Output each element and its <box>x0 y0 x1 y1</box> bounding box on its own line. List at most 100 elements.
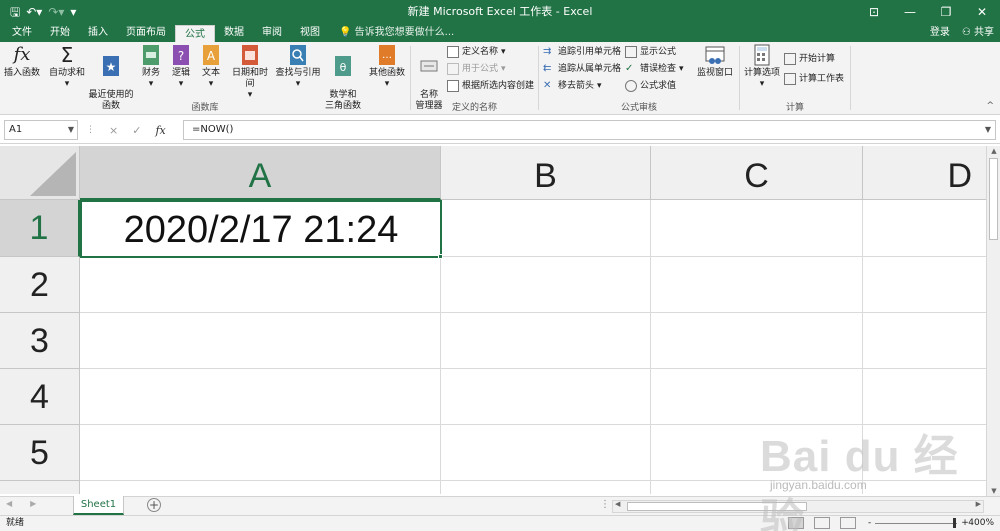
select-all-corner[interactable] <box>0 146 80 200</box>
cell-a1[interactable]: 2020/2/17 21:24 <box>80 200 442 258</box>
cell-d3[interactable] <box>863 313 1000 369</box>
tab-page-layout[interactable]: 页面布局 <box>117 24 175 42</box>
error-checking-button[interactable]: ✓ 错误检查 ▾ <box>625 62 684 76</box>
minimize-icon[interactable]: — <box>892 0 928 24</box>
row-header-2[interactable]: 2 <box>0 257 80 313</box>
sheet-prev-icon[interactable]: ◀ <box>6 499 12 508</box>
financial-button[interactable]: 财务 ▾ <box>138 44 164 90</box>
column-header-b[interactable]: B <box>441 146 651 200</box>
add-sheet-icon[interactable]: + <box>147 498 161 512</box>
cell-b4[interactable] <box>441 369 651 425</box>
lookup-button[interactable]: 查找与引用 ▾ <box>275 44 321 90</box>
horizontal-scroll-thumb[interactable] <box>627 502 807 511</box>
cell-a4[interactable] <box>80 369 441 425</box>
define-name-button[interactable]: 定义名称 ▾ <box>447 45 506 59</box>
cell-a3[interactable] <box>80 313 441 369</box>
cell-c4[interactable] <box>651 369 863 425</box>
cell-d6[interactable] <box>863 481 1000 494</box>
zoom-knob[interactable] <box>953 518 957 528</box>
cell-d2[interactable] <box>863 257 1000 313</box>
sheet-next-icon[interactable]: ▶ <box>30 499 36 508</box>
evaluate-formula-button[interactable]: 公式求值 <box>625 79 676 93</box>
tab-view[interactable]: 视图 <box>291 24 329 42</box>
row-header-6[interactable]: 6 <box>0 481 80 494</box>
sheet-tab-sheet1[interactable]: Sheet1 <box>73 496 124 515</box>
chevron-down-icon[interactable]: ▼ <box>68 121 74 139</box>
use-in-formula-button[interactable]: 用于公式 ▾ <box>447 62 506 76</box>
save-icon[interactable]: 🖫 <box>10 0 20 24</box>
create-from-selection-button[interactable]: 根据所选内容创建 <box>447 79 534 93</box>
formula-input[interactable]: =NOW() ▼ <box>183 120 996 140</box>
scroll-up-icon[interactable]: ▲ <box>987 147 1000 155</box>
cell-c3[interactable] <box>651 313 863 369</box>
share-button[interactable]: ⚇ 共享 <box>962 24 994 42</box>
ribbon-display-options-icon[interactable]: ⊡ <box>856 0 892 24</box>
cell-c1[interactable] <box>651 200 863 257</box>
cell-b1[interactable] <box>441 200 651 257</box>
cell-a6[interactable] <box>80 481 441 494</box>
page-layout-view-icon[interactable] <box>814 517 830 529</box>
zoom-track[interactable] <box>875 518 958 528</box>
horizontal-scrollbar[interactable]: ◀ ▶ <box>612 500 984 513</box>
autosum-button[interactable]: Σ 自动求和 ▾ <box>47 44 87 90</box>
signin-link[interactable]: 登录 <box>930 24 950 42</box>
calc-options-button[interactable]: 计算选项 ▾ <box>742 44 782 90</box>
restore-icon[interactable]: ❐ <box>928 0 964 24</box>
trace-precedents-button[interactable]: ⇉ 追踪引用单元格 <box>543 45 621 59</box>
zoom-out-icon[interactable]: - <box>868 516 871 531</box>
row-header-3[interactable]: 3 <box>0 313 80 369</box>
calc-sheet-button[interactable]: 计算工作表 <box>784 72 844 86</box>
cell-b6[interactable] <box>441 481 651 494</box>
normal-view-icon[interactable] <box>788 517 804 529</box>
watch-window-button[interactable]: 监视窗口 <box>693 44 737 79</box>
vertical-scroll-thumb[interactable] <box>989 158 998 240</box>
cell-c2[interactable] <box>651 257 863 313</box>
cell-d5[interactable] <box>863 425 1000 481</box>
tab-home[interactable]: 开始 <box>41 24 79 42</box>
cell-a2[interactable] <box>80 257 441 313</box>
more-functions-button[interactable]: … 其他函数 ▾ <box>366 44 408 90</box>
tab-formulas[interactable]: 公式 <box>175 25 215 42</box>
row-header-4[interactable]: 4 <box>0 369 80 425</box>
tab-review[interactable]: 审阅 <box>253 24 291 42</box>
column-header-a[interactable]: A <box>80 146 441 200</box>
remove-arrows-button[interactable]: ✕ 移去箭头 ▾ <box>543 79 602 93</box>
column-header-c[interactable]: C <box>651 146 863 200</box>
cell-b2[interactable] <box>441 257 651 313</box>
column-header-d[interactable]: D <box>863 146 1000 200</box>
cell-a5[interactable] <box>80 425 441 481</box>
trace-dependents-button[interactable]: ⇇ 追踪从属单元格 <box>543 62 621 76</box>
scroll-right-icon[interactable]: ▶ <box>976 500 981 508</box>
calc-now-button[interactable]: 开始计算 <box>784 52 835 66</box>
cell-c5[interactable] <box>651 425 863 481</box>
qat-dropdown-icon[interactable]: ▾ <box>70 0 76 24</box>
tell-me-box[interactable]: 💡 告诉我您想要做什么... <box>329 24 454 42</box>
name-box[interactable]: A1 ▼ <box>4 120 78 140</box>
fill-handle[interactable] <box>438 254 443 259</box>
redo-icon[interactable]: ↷▾ <box>48 0 64 24</box>
zoom-level[interactable]: 400% <box>968 516 994 531</box>
scroll-down-icon[interactable]: ▼ <box>987 487 1000 495</box>
cell-b3[interactable] <box>441 313 651 369</box>
cell-b5[interactable] <box>441 425 651 481</box>
show-formulas-button[interactable]: 显示公式 <box>625 45 676 59</box>
tab-split-handle-icon[interactable]: ⋮ <box>600 499 610 510</box>
cell-c6[interactable] <box>651 481 863 494</box>
logical-button[interactable]: ? 逻辑 ▾ <box>168 44 194 90</box>
tab-insert[interactable]: 插入 <box>79 24 117 42</box>
row-header-1[interactable]: 1 <box>0 200 80 257</box>
vertical-scrollbar[interactable]: ▲ ▼ <box>986 146 1000 496</box>
close-icon[interactable]: ✕ <box>964 0 1000 24</box>
enter-icon[interactable]: ✓ <box>132 124 141 137</box>
cell-d1[interactable] <box>863 200 1000 257</box>
collapse-ribbon-icon[interactable]: ^ <box>986 101 994 111</box>
cancel-icon[interactable]: × <box>109 124 118 137</box>
text-button[interactable]: A 文本 ▾ <box>198 44 224 90</box>
datetime-button[interactable]: 日期和时间 ▾ <box>228 44 272 101</box>
insert-function-icon[interactable]: fx <box>155 124 165 137</box>
scroll-left-icon[interactable]: ◀ <box>615 500 620 508</box>
tab-data[interactable]: 数据 <box>215 24 253 42</box>
page-break-view-icon[interactable] <box>840 517 856 529</box>
undo-icon[interactable]: ↶▾ <box>26 0 42 24</box>
insert-function-button[interactable]: fx 插入函数 <box>2 44 42 79</box>
